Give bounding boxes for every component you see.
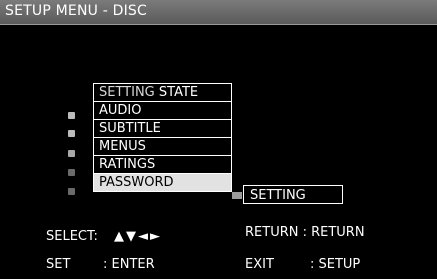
menu-header: SETTING STATE: [94, 84, 231, 102]
set-hint-label: SET: [46, 257, 71, 272]
select-hint-label: SELECT:: [46, 229, 98, 244]
setup-menu-list: SETTING STATE AUDIO SUBTITLE MENUS RATIN…: [93, 83, 232, 192]
menu-item-menus[interactable]: MENUS: [94, 138, 231, 156]
title-bar: SETUP MENU - DISC: [0, 0, 437, 25]
menu-header-state: STATE: [158, 85, 199, 100]
exit-hint-label: EXIT: [245, 257, 274, 272]
menu-item-audio[interactable]: AUDIO: [94, 102, 231, 120]
return-hint: RETURN : RETURN: [245, 225, 365, 240]
submenu-item-setting[interactable]: SETTING: [243, 185, 343, 204]
setup-hint: : SETUP: [310, 257, 361, 272]
menu-title: SETUP MENU - DISC: [5, 3, 147, 19]
menu-item-password[interactable]: PASSWORD: [94, 174, 231, 192]
enter-hint: : ENTER: [103, 257, 155, 272]
submenu-pointer-icon: [232, 192, 242, 199]
menu-item-ratings[interactable]: RATINGS: [94, 156, 231, 174]
audio-bullet-icon: [68, 112, 75, 119]
menu-item-subtitle[interactable]: SUBTITLE: [94, 120, 231, 138]
ratings-bullet-icon: [68, 169, 75, 176]
password-bullet-icon: [68, 188, 75, 195]
subtitle-bullet-icon: [68, 130, 75, 137]
navigation-arrows-icon: ▲▼◄►: [114, 229, 162, 244]
menu-header-prefix: SETTING: [99, 85, 155, 100]
menus-bullet-icon: [68, 150, 75, 157]
